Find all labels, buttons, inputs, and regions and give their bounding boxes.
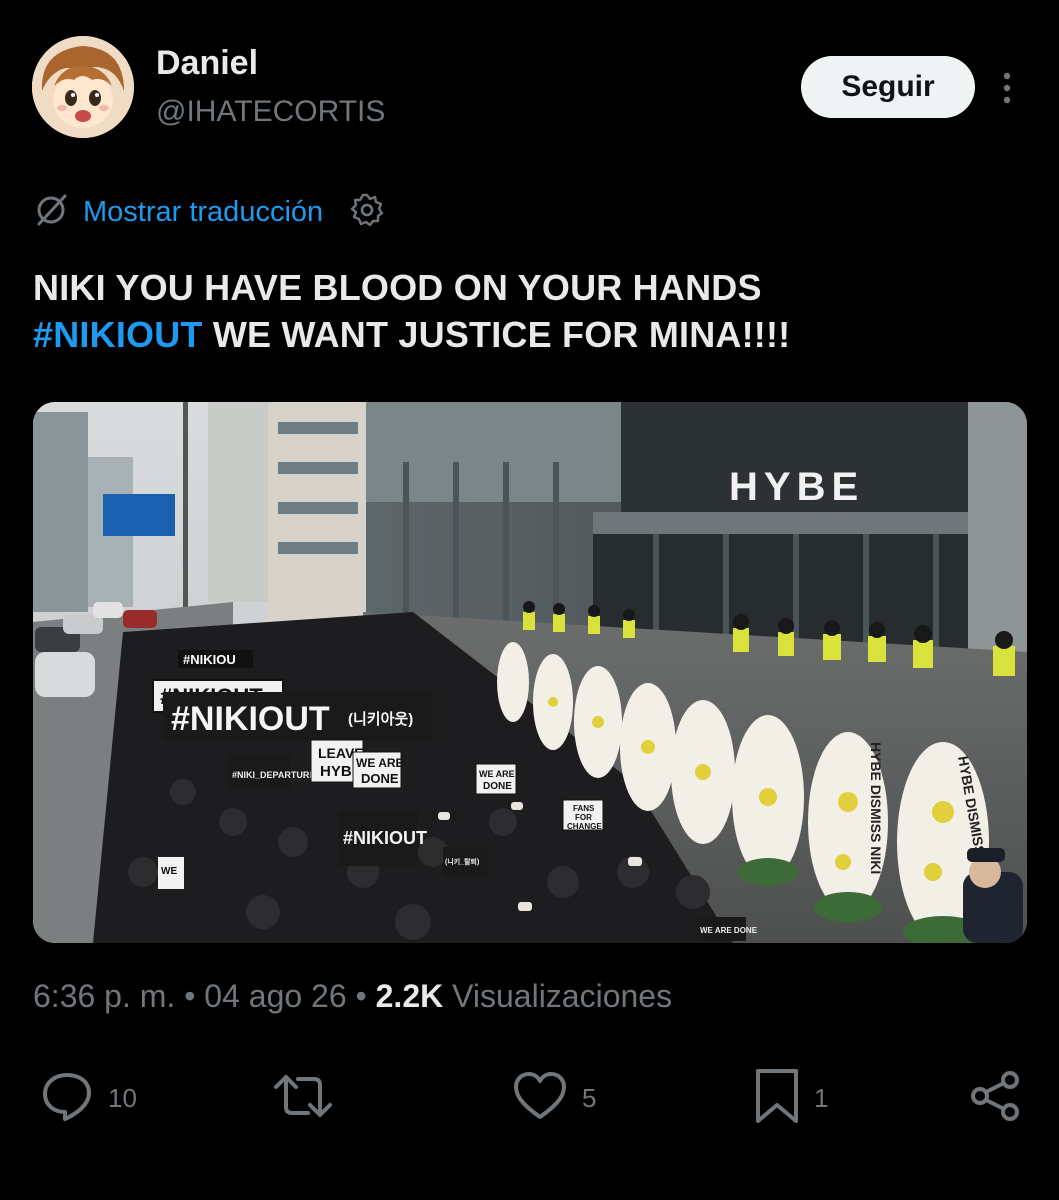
fans-sign-line-2: FOR — [575, 813, 592, 822]
share-button[interactable] — [968, 1068, 1022, 1128]
big-banner-korean: (니키아웃) — [348, 711, 413, 728]
done-sign-line-1: WE ARE — [356, 756, 404, 770]
tweet-time[interactable]: 6:36 p. m. — [33, 978, 175, 1014]
fans-sign-line-1: FANS — [573, 804, 595, 813]
tweet-media-photo[interactable]: HYBE HYBE DISMISS NIKI HYBE DISMISS NIKI… — [33, 402, 1027, 943]
done-sign2-line-2: DONE — [483, 781, 512, 792]
gear-icon[interactable] — [349, 192, 385, 233]
author-name[interactable]: Daniel — [156, 44, 258, 83]
big-banner-text: #NIKIOUT — [171, 700, 330, 738]
hybe-sign: HYBE — [729, 465, 864, 509]
bookmark-count: 1 — [814, 1082, 829, 1113]
action-bar: 10 5 1 — [0, 1068, 1059, 1128]
tweet-date[interactable]: 04 ago 26 — [204, 978, 346, 1014]
tweet-line-1: NIKI YOU HAVE BLOOD ON YOUR HANDS — [33, 267, 762, 308]
avatar[interactable] — [32, 36, 134, 138]
hashtag-link[interactable]: #NIKIOUT — [33, 314, 203, 355]
views-count: 2.2K — [375, 978, 444, 1014]
sign-front-text: #NIKIOUT — [343, 828, 427, 848]
tweet-meta: 6:36 p. m. • 04 ago 26 • 2.2K Visualizac… — [33, 978, 672, 1015]
sign-top-text: #NIKIOU — [183, 652, 236, 667]
tweet-line-2-text: WE WANT JUSTICE FOR MINA!!!! — [202, 314, 791, 355]
follow-button[interactable]: Seguir — [801, 56, 975, 118]
done-sign2-line-1: WE ARE — [479, 769, 515, 779]
departure-sign-text: #NIKI_DEPARTURE — [232, 770, 315, 780]
done-sign-line-2: DONE — [361, 771, 399, 786]
we-sign-text: WE — [161, 866, 177, 877]
share-icon — [968, 1069, 1022, 1128]
fans-sign-line-3: CHANGE — [567, 822, 602, 831]
street-sign — [103, 494, 175, 536]
translate-row: Mostrar traducción — [33, 190, 385, 234]
like-count: 5 — [582, 1082, 597, 1113]
repost-button[interactable] — [272, 1068, 348, 1128]
views-label: Visualizaciones — [443, 978, 673, 1014]
tweet-line-2: #NIKIOUT WE WANT JUSTICE FOR MINA!!!! — [33, 311, 1023, 358]
leave-sign-line-2: HYB — [320, 763, 352, 780]
street-pole — [183, 402, 188, 632]
done-bottom-sign-text: WE ARE DONE — [700, 926, 758, 935]
departure-korean-text: (니키_탈퇴) — [445, 857, 479, 866]
like-icon — [512, 1069, 568, 1128]
show-translation-link[interactable]: Mostrar traducción — [83, 196, 323, 229]
wreath-ribbon-1: HYBE DISMISS NIKI — [868, 742, 884, 874]
translate-off-icon — [33, 192, 69, 233]
tweet-text: NIKI YOU HAVE BLOOD ON YOUR HANDS #NIKIO… — [33, 264, 1023, 358]
meta-separator-1: • — [175, 978, 205, 1014]
bookmark-icon — [754, 1067, 800, 1130]
author-handle[interactable]: @IHATECORTIS — [156, 95, 385, 129]
repost-icon — [272, 1069, 334, 1128]
reply-icon — [40, 1069, 94, 1128]
meta-separator-2: • — [346, 978, 376, 1014]
bookmark-button[interactable]: 1 — [754, 1068, 828, 1128]
like-button[interactable]: 5 — [512, 1068, 596, 1128]
more-dots-icon[interactable] — [996, 70, 1018, 106]
reply-button[interactable]: 10 — [40, 1068, 137, 1128]
reply-count: 10 — [108, 1082, 137, 1113]
